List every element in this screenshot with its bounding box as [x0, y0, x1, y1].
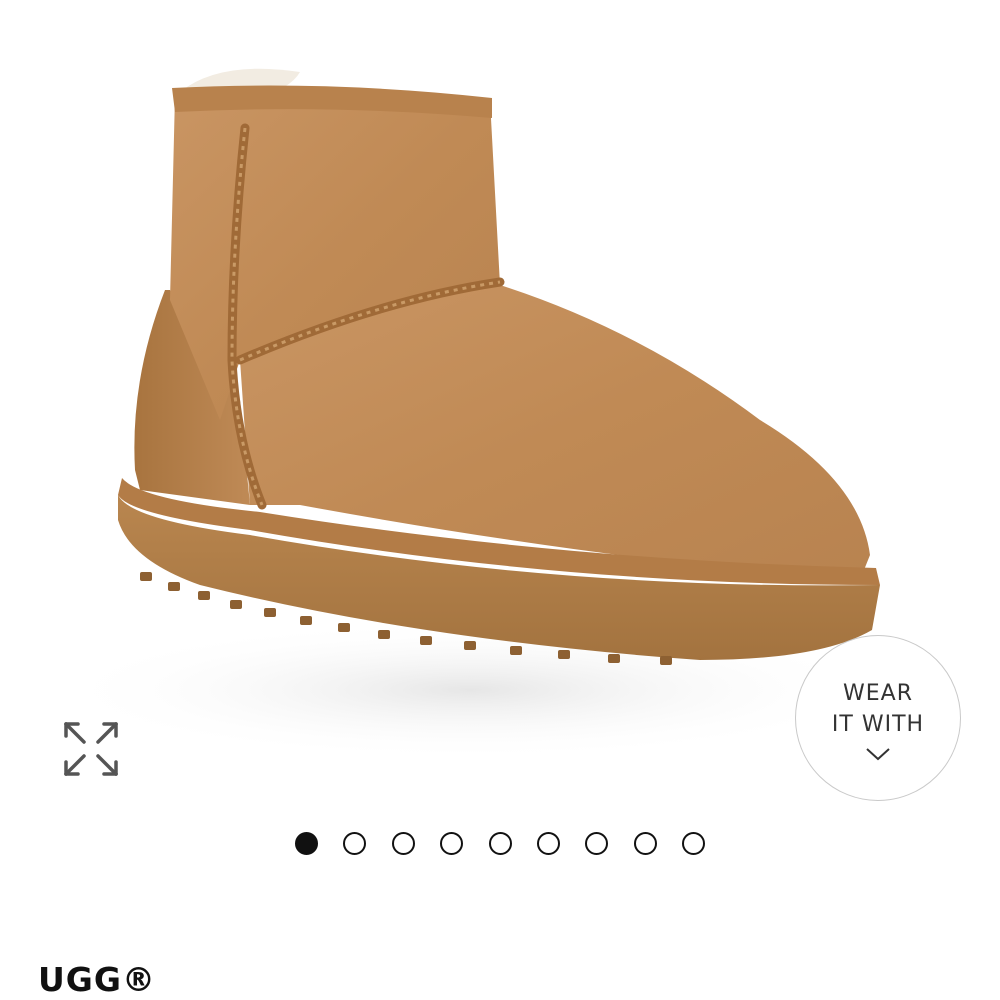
wear-it-with-line2: IT WITH	[831, 712, 925, 737]
product-page: WEAR IT WITH UGG®	[0, 0, 1000, 1000]
image-carousel-dots	[0, 832, 1000, 858]
carousel-dot[interactable]	[682, 832, 705, 855]
carousel-dot[interactable]	[343, 832, 367, 855]
wear-it-with-line1: WEAR	[843, 681, 913, 706]
carousel-dot[interactable]	[488, 832, 512, 855]
carousel-dot[interactable]	[633, 832, 657, 855]
wear-it-with-button[interactable]: WEAR IT WITH	[795, 635, 961, 801]
carousel-dot[interactable]	[295, 832, 318, 855]
brand-name: UGG®	[38, 960, 156, 999]
carousel-dot[interactable]	[440, 832, 464, 855]
carousel-dot[interactable]	[536, 832, 560, 855]
expand-arrows-icon	[64, 722, 118, 776]
expand-image-button[interactable]	[58, 716, 124, 782]
chevron-down-icon	[866, 748, 890, 761]
carousel-dot[interactable]	[391, 832, 415, 855]
carousel-dot[interactable]	[585, 832, 609, 855]
